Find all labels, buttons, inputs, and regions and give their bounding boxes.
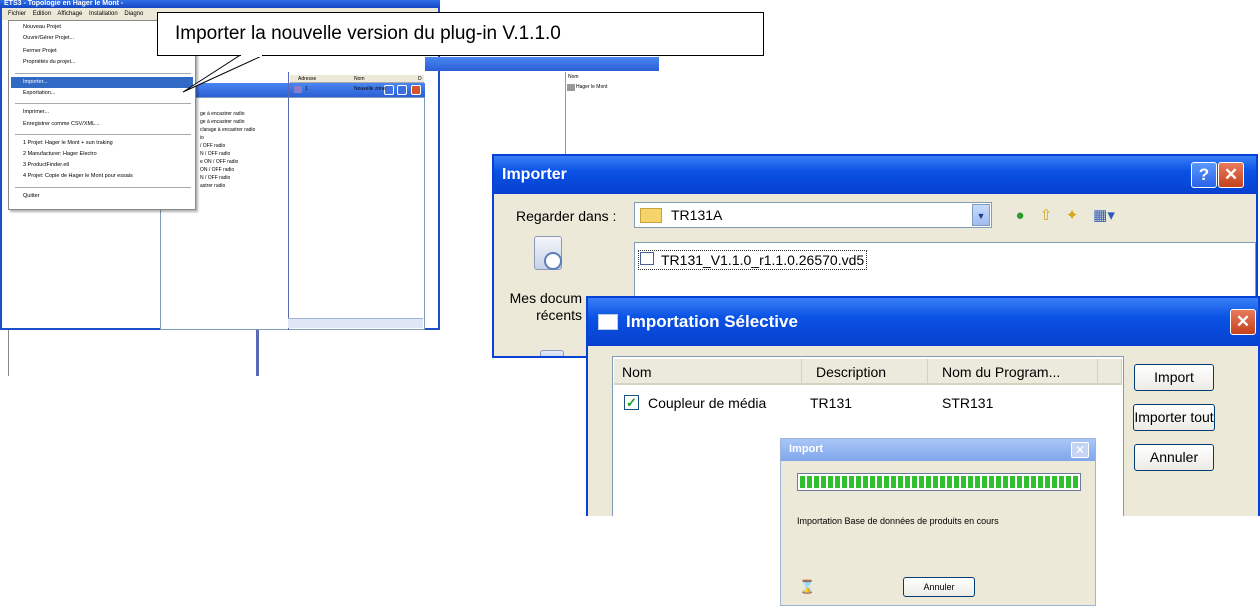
window-edge-line <box>8 330 9 376</box>
menu-item-importer[interactable]: Importer... <box>11 77 193 88</box>
maximize-icon[interactable] <box>397 85 407 95</box>
selective-import-title: Importation Sélective <box>626 312 798 331</box>
callout-gap <box>241 55 262 57</box>
menu-fichier[interactable]: Fichier <box>8 11 26 17</box>
menu-separator <box>15 103 191 104</box>
look-in-select[interactable]: TR131A <box>634 202 992 228</box>
menu-item-recent-4[interactable]: 4 Projet: Copie de Hager le Mont pour es… <box>11 171 193 182</box>
row-description: TR131 <box>810 395 853 411</box>
list-item[interactable]: e ON / OFF radio <box>200 158 288 166</box>
menu-item-recent-3[interactable]: 3 ProductFinder.etl <box>11 160 193 171</box>
row-checkbox[interactable]: ✓ <box>624 395 639 410</box>
menu-item-proprietes-projet[interactable]: Propriétés du projet... <box>11 57 193 68</box>
list-item[interactable]: ge à encastrer radio <box>200 118 288 126</box>
col-d[interactable]: D <box>418 75 422 83</box>
right-col-nom[interactable]: Nom <box>568 73 579 81</box>
row-name: Coupleur de média <box>648 395 767 411</box>
zone-name[interactable]: Nouvelle zone <box>354 85 386 93</box>
new-folder-icon[interactable]: ✦ <box>1062 206 1082 226</box>
file-item[interactable]: TR131_V1.1.0_r1.1.0.26570.vd5 <box>638 250 868 270</box>
menu-item-recent-2[interactable]: 2 Manufacturer: Hager Electro <box>11 149 193 160</box>
clock-icon <box>544 252 562 270</box>
cancel-button[interactable]: Annuler <box>1134 444 1214 471</box>
col-nom[interactable]: Nom <box>354 75 365 83</box>
menu-item-quitter[interactable]: Quitter <box>11 191 193 202</box>
list-item[interactable]: io <box>200 134 288 142</box>
list-item[interactable]: ON / OFF radio <box>200 166 288 174</box>
zone-address[interactable]: 1 <box>305 85 308 93</box>
progress-fill <box>800 476 1078 488</box>
background-product-list: ge à encastrer radio ge à encastrer radi… <box>200 110 288 190</box>
horizontal-scrollbar[interactable] <box>288 318 423 328</box>
import-progress-dialog: Import ✕ Importation Base de données de … <box>780 438 1096 606</box>
view-menu-icon[interactable]: ▦▾ <box>1090 206 1118 226</box>
callout-box: Importer la nouvelle version du plug-in … <box>157 12 764 56</box>
places-recent-documents[interactable]: Mes docum récents <box>494 290 582 324</box>
importer-titlebar: Importer <box>494 156 1256 194</box>
right-window-titlebar <box>425 57 659 71</box>
progress-status: Importation Base de données de produits … <box>797 516 999 526</box>
close-icon[interactable] <box>411 85 421 95</box>
import-progress-title: Import <box>789 443 824 455</box>
menu-separator <box>15 187 191 188</box>
callout-text: Importer la nouvelle version du plug-in … <box>175 23 561 44</box>
folder-icon <box>640 208 662 223</box>
menu-separator <box>15 73 191 74</box>
cancel-button[interactable]: Annuler <box>903 577 975 597</box>
selective-import-titlebar: Importation Sélective <box>588 298 1258 346</box>
row-program: STR131 <box>942 395 994 411</box>
look-in-label: Regarder dans : <box>516 208 617 224</box>
col-header-nom[interactable]: Nom <box>614 359 802 385</box>
places-label-line: Mes docum <box>509 290 582 306</box>
zone-table-header: Adresse Nom D <box>290 75 424 83</box>
menu-item-exportation[interactable]: Exportation... <box>11 88 193 99</box>
window-edge-line <box>256 330 259 376</box>
file-icon <box>640 252 654 265</box>
desktop-icon[interactable] <box>540 350 564 356</box>
list-item[interactable]: N / OFF radio <box>200 150 288 158</box>
back-icon[interactable]: ● <box>1010 206 1030 226</box>
importer-title: Importer <box>502 166 567 183</box>
list-item[interactable]: astrer radio <box>200 182 288 190</box>
progress-bar <box>797 473 1081 491</box>
help-button[interactable]: ? <box>1191 162 1217 188</box>
zone-icon <box>294 86 302 93</box>
menu-item-imprimer[interactable]: Imprimer... <box>11 107 193 118</box>
list-item[interactable]: / OFF radio <box>200 142 288 150</box>
window-icon <box>598 314 618 330</box>
menu-installation[interactable]: Installation <box>89 11 118 17</box>
import-all-button[interactable]: Importer tout <box>1133 404 1215 431</box>
up-folder-icon[interactable]: ⇧ <box>1036 206 1056 226</box>
menu-diagnostic[interactable]: Diagno <box>124 11 143 17</box>
list-item[interactable]: N / OFF radio <box>200 174 288 182</box>
menu-affichage[interactable]: Affichage <box>57 11 82 17</box>
close-button[interactable]: ✕ <box>1218 162 1244 188</box>
col-header-program[interactable]: Nom du Program... <box>928 359 1098 385</box>
close-button[interactable]: ✕ <box>1230 309 1256 335</box>
panel-divider <box>288 72 289 330</box>
app-title: ETS3 - Topologie en Hager le Mont - <box>4 0 124 7</box>
list-item[interactable]: clarage à encastrer radio <box>200 126 288 134</box>
import-progress-titlebar: Import <box>781 439 1095 461</box>
list-item[interactable]: ge à encastrer radio <box>200 110 288 118</box>
hourglass-icon: ⌛ <box>799 579 816 594</box>
menu-edition[interactable]: Edition <box>33 11 51 17</box>
places-label-line: récents <box>536 307 582 323</box>
menu-separator <box>15 134 191 135</box>
col-adresse[interactable]: Adresse <box>298 75 316 83</box>
menu-item-enregistrer-csv[interactable]: Enregistrer comme CSV/XML... <box>11 119 193 130</box>
close-icon[interactable]: ✕ <box>1071 442 1089 458</box>
col-header-description[interactable]: Description <box>802 359 928 385</box>
app-titlebar: ETS3 - Topologie en Hager le Mont - <box>0 0 440 8</box>
menu-item-recent-1[interactable]: 1 Projet: Hager le Mont + sun traking <box>11 138 193 149</box>
chevron-down-icon[interactable]: ▼ <box>972 204 990 226</box>
project-icon <box>567 84 575 91</box>
right-item-hager[interactable]: Hager le Mont <box>576 83 607 91</box>
col-header-filler <box>1098 359 1122 385</box>
import-button[interactable]: Import <box>1134 364 1214 391</box>
